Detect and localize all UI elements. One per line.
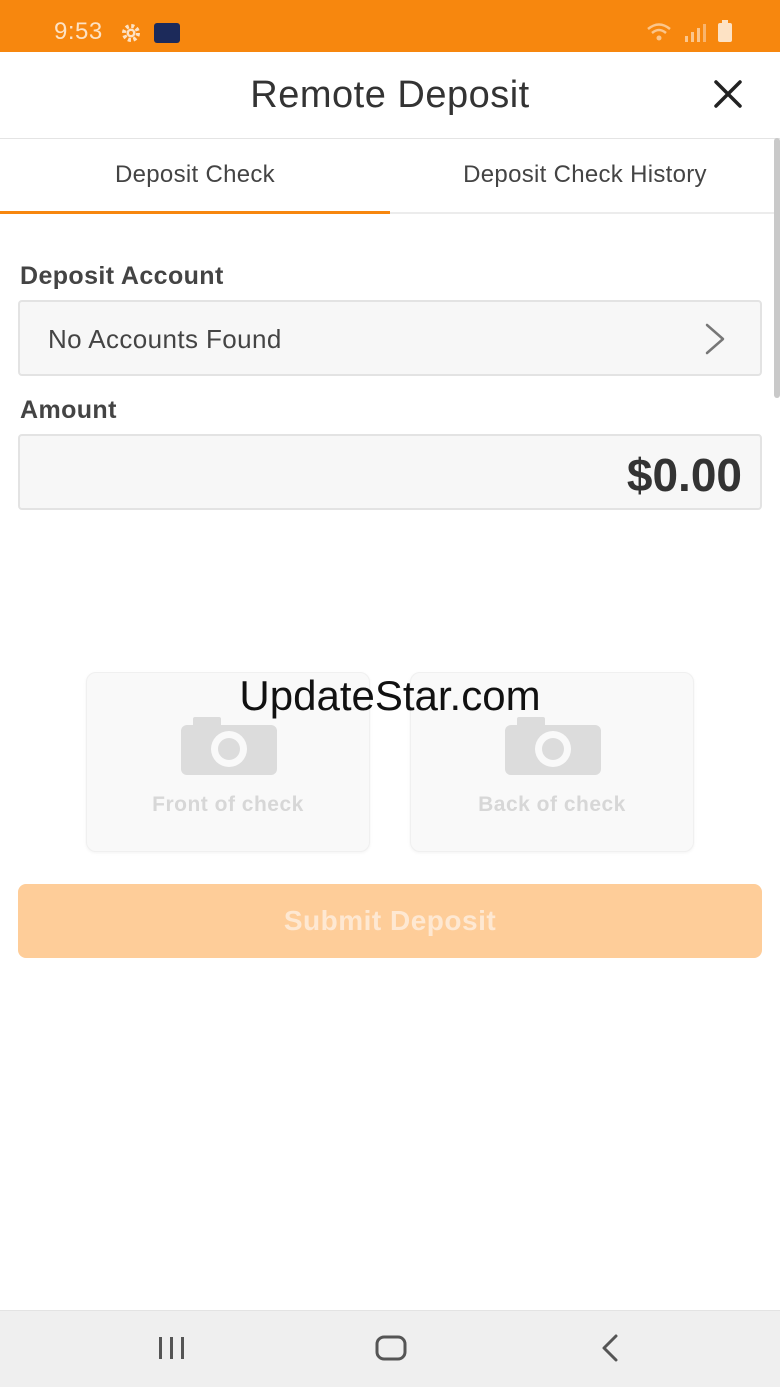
battery-icon: [718, 20, 732, 47]
tab-deposit-check[interactable]: Deposit Check: [0, 138, 390, 214]
submit-deposit-button[interactable]: Submit Deposit: [18, 884, 762, 958]
amount-label: Amount: [20, 396, 117, 424]
status-time: 9:53: [54, 18, 103, 45]
amount-value: $0.00: [626, 449, 742, 501]
watermark: UpdateStar.com: [239, 672, 541, 719]
tab-deposit-check-history[interactable]: Deposit Check History: [390, 138, 780, 212]
status-bar: 9:53: [0, 0, 780, 52]
gear-icon: [119, 21, 143, 50]
recent-apps-icon[interactable]: [156, 1333, 188, 1368]
scrollbar[interactable]: [774, 138, 780, 398]
camera-icon: [181, 717, 277, 780]
status-indicators: [646, 20, 732, 47]
camera-icon: [505, 717, 601, 780]
chevron-right-icon: [704, 322, 726, 361]
deposit-account-selector[interactable]: No Accounts Found: [18, 300, 762, 376]
system-nav-bar: [0, 1310, 780, 1387]
amount-input[interactable]: $0.00: [18, 434, 762, 510]
back-of-check-label: Back of check: [478, 793, 626, 816]
close-icon[interactable]: [710, 76, 746, 112]
deposit-account-label: Deposit Account: [20, 262, 224, 290]
tab-bar: Deposit Check Deposit Check History: [0, 138, 780, 214]
page-title: Remote Deposit: [250, 74, 530, 116]
app-header: Remote Deposit: [0, 52, 780, 139]
signal-icon: [684, 22, 706, 47]
app-notification-icon: [154, 23, 180, 43]
deposit-account-value: No Accounts Found: [48, 324, 282, 354]
wifi-icon: [646, 22, 672, 47]
home-icon[interactable]: [374, 1333, 408, 1368]
back-icon[interactable]: [598, 1333, 622, 1368]
front-of-check-label: Front of check: [152, 793, 304, 816]
